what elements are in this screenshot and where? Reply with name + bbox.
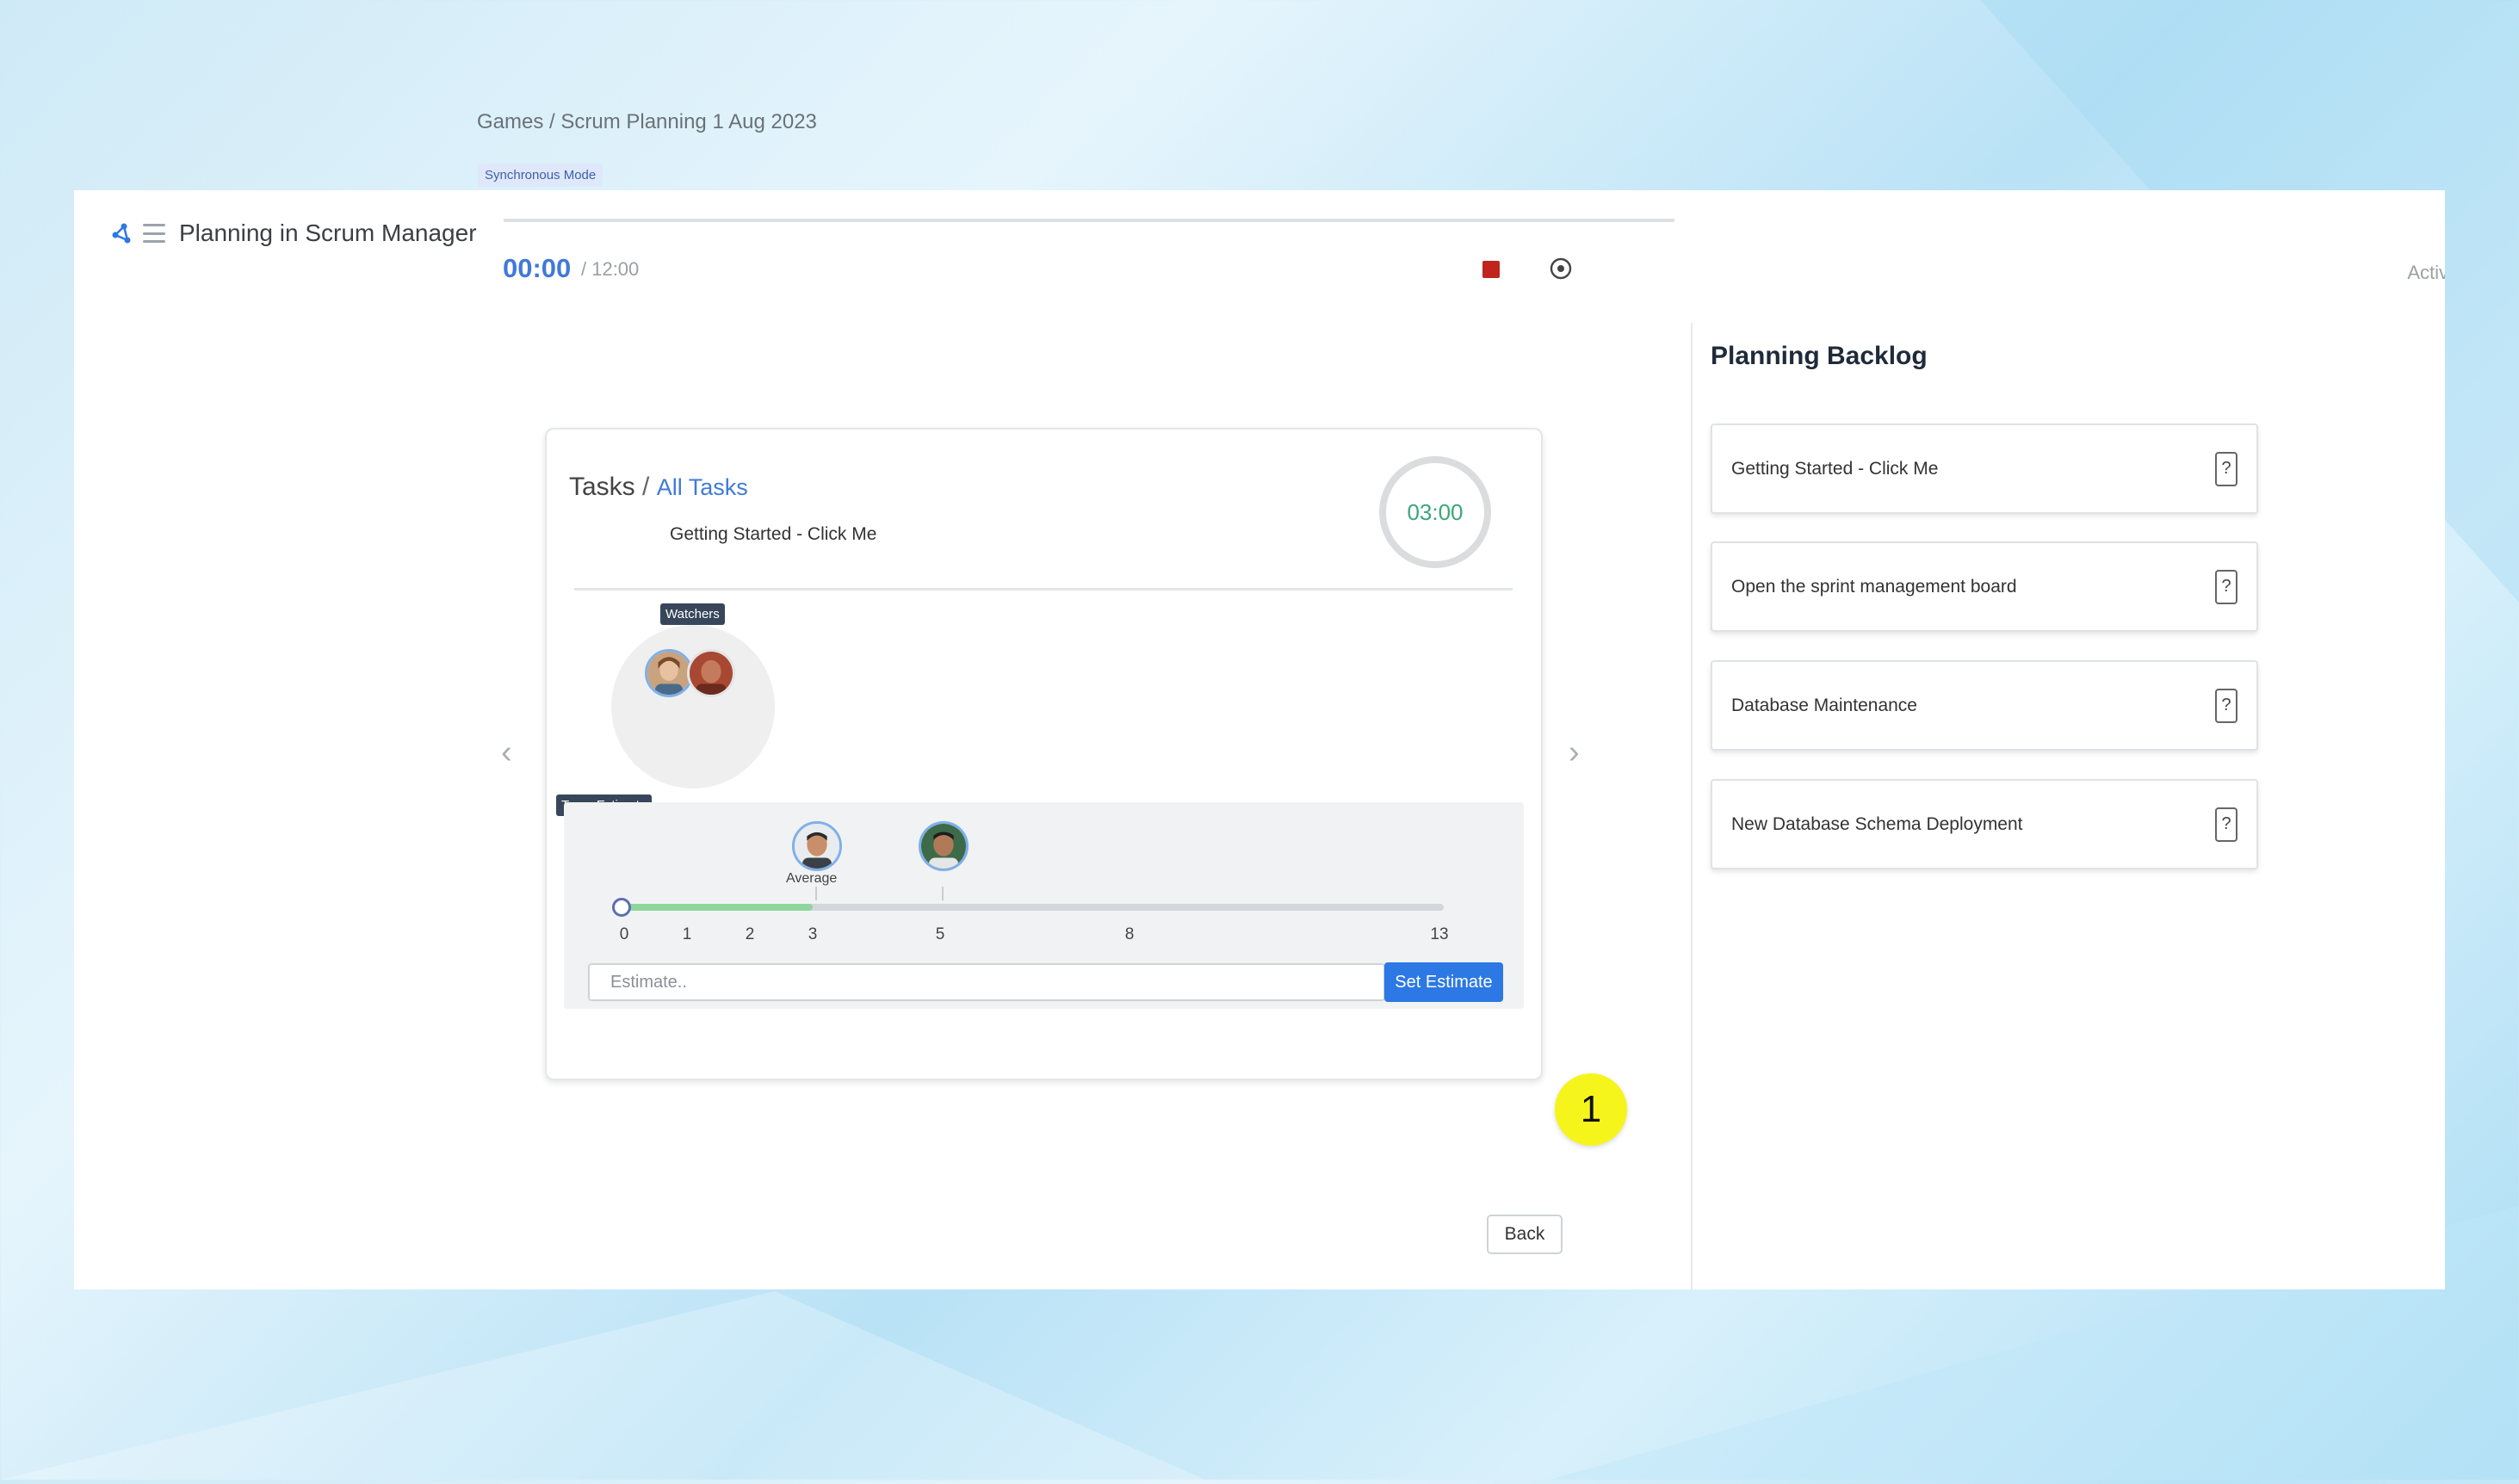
set-estimate-button[interactable]: Set Estimate	[1384, 962, 1503, 1002]
estimate-slider-fill	[621, 904, 813, 911]
estimate-slider[interactable]	[621, 904, 1444, 911]
estimate-input[interactable]	[588, 963, 1385, 1001]
back-button[interactable]: Back	[1487, 1215, 1563, 1254]
backlog-item-label: New Database Schema Deployment	[1731, 813, 2023, 834]
estimate-scale-label[interactable]: 13	[1430, 925, 1448, 944]
help-icon[interactable]: ?	[2215, 807, 2237, 842]
activity-tab[interactable]: Activ	[2407, 262, 2445, 284]
help-icon[interactable]: ?	[2215, 688, 2237, 723]
timer-total: / 12:00	[581, 258, 640, 280]
play-circle-icon	[1550, 257, 1572, 280]
task-card: Tasks / All Tasks Getting Started - Clic…	[545, 428, 1627, 1146]
all-tasks-link[interactable]: All Tasks	[657, 474, 748, 500]
member-estimate-marker	[942, 887, 944, 900]
stop-button[interactable]	[1482, 261, 1500, 278]
step-number-badge: 1	[1555, 1073, 1627, 1146]
estimate-scale-label[interactable]: 8	[1125, 925, 1135, 944]
tasks-heading: Tasks / All Tasks	[569, 473, 748, 502]
estimate-scale-label[interactable]: 2	[746, 925, 755, 944]
help-icon[interactable]: ?	[2215, 569, 2237, 604]
watcher-avatar[interactable]	[687, 649, 735, 697]
average-marker	[815, 887, 817, 900]
backlog-item-label: Open the sprint management board	[1731, 576, 2017, 597]
backlog-item[interactable]: Open the sprint management board ?	[1711, 541, 2258, 632]
backlog-item[interactable]: Getting Started - Click Me ?	[1711, 424, 2258, 514]
card-divider	[574, 588, 1513, 591]
average-estimate-avatar[interactable]	[792, 821, 842, 871]
breadcrumb[interactable]: Games / Scrum Planning 1 Aug 2023	[477, 110, 817, 134]
app-title: Planning in Scrum Manager	[179, 220, 477, 246]
backlog-item[interactable]: Database Maintenance ?	[1711, 660, 2258, 751]
estimate-scale-label[interactable]: 5	[936, 925, 945, 944]
estimate-scale-label[interactable]: 0	[620, 925, 629, 944]
task-countdown: 03:00	[1379, 456, 1491, 568]
watchers-tag: Watchers	[660, 603, 725, 625]
member-estimate-avatar[interactable]	[919, 821, 969, 871]
tasks-heading-separator: /	[642, 473, 650, 501]
app-header: Planning in Scrum Manager	[108, 207, 477, 259]
backlog-title: Planning Backlog	[1711, 342, 1928, 370]
backlog-item-label: Database Maintenance	[1731, 695, 1917, 715]
watchers-area	[611, 625, 775, 788]
previous-task-arrow[interactable]: ‹	[501, 736, 512, 769]
backlog-item[interactable]: New Database Schema Deployment ?	[1711, 779, 2258, 869]
app-logo-icon[interactable]	[108, 221, 133, 245]
current-task-name: Getting Started - Click Me	[670, 524, 877, 544]
estimate-scale-label[interactable]: 1	[683, 925, 692, 944]
backlog-item-label: Getting Started - Click Me	[1731, 458, 1939, 479]
play-button[interactable]	[1548, 256, 1574, 281]
mode-badge: Synchronous Mode	[478, 164, 603, 187]
watcher-avatar[interactable]	[645, 649, 693, 697]
estimate-scale-label[interactable]: 3	[808, 925, 818, 944]
backlog-divider	[1691, 323, 1693, 1289]
top-divider	[504, 219, 1674, 222]
average-label: Average	[786, 871, 838, 886]
estimate-panel: Average 0 1 2 3 5 8 13 Set Estimate	[564, 802, 1524, 1009]
help-icon[interactable]: ?	[2215, 451, 2237, 486]
estimate-slider-handle[interactable]	[612, 898, 631, 917]
next-task-arrow[interactable]: ›	[1569, 736, 1580, 769]
hamburger-menu-icon[interactable]	[143, 224, 165, 243]
timer-elapsed: 00:00	[503, 253, 572, 283]
tasks-heading-label: Tasks	[569, 473, 635, 501]
